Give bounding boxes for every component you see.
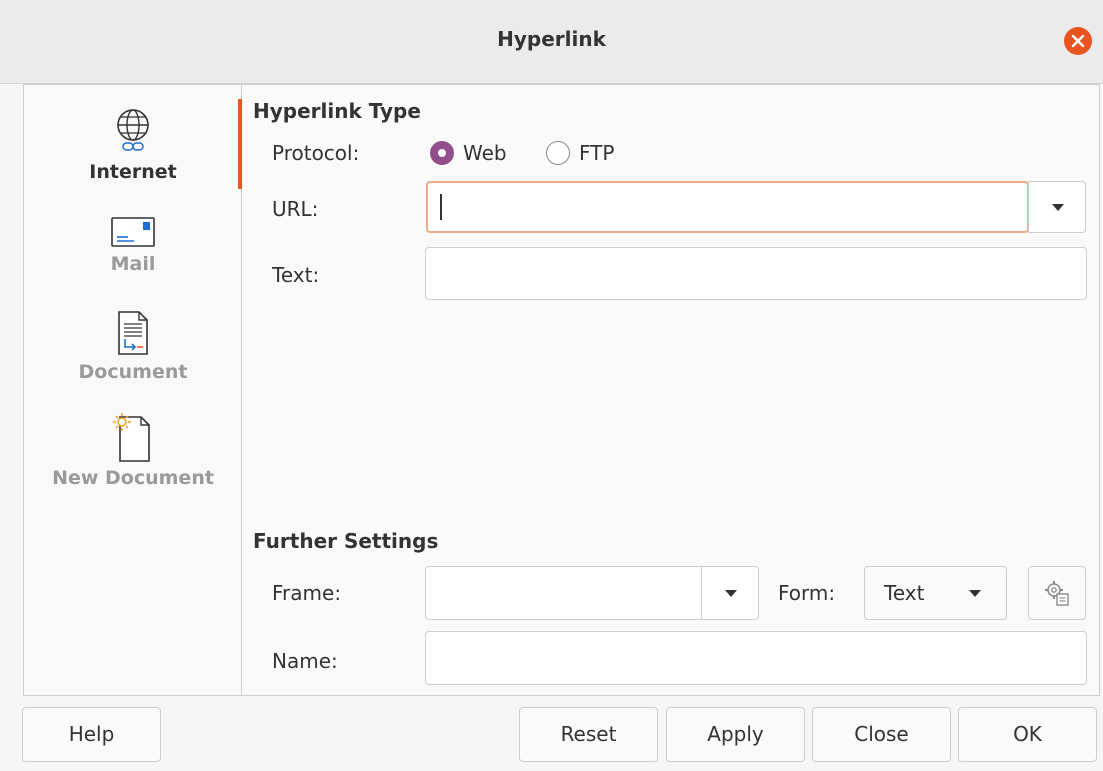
dialog-title: Hyperlink bbox=[497, 27, 606, 51]
protocol-ftp-radio[interactable] bbox=[546, 141, 570, 165]
url-dropdown-button[interactable] bbox=[1028, 181, 1086, 233]
form-select[interactable]: Text bbox=[864, 566, 1007, 620]
chevron-down-icon bbox=[725, 590, 737, 597]
sidebar-item-label: New Document bbox=[52, 467, 214, 489]
text-caret bbox=[440, 194, 442, 220]
sidebar-item-label: Internet bbox=[89, 161, 177, 183]
form-value: Text bbox=[884, 581, 925, 605]
protocol-web-radio[interactable] bbox=[430, 141, 454, 165]
chevron-down-icon bbox=[969, 590, 981, 597]
close-button[interactable]: Close bbox=[812, 707, 951, 762]
help-button-label: Help bbox=[68, 722, 115, 746]
document-icon bbox=[118, 311, 148, 355]
title-bar[interactable]: Hyperlink bbox=[0, 0, 1103, 84]
protocol-ftp-label[interactable]: FTP bbox=[579, 141, 614, 165]
hyperlink-dialog: Hyperlink Internet Mail Document New Doc… bbox=[0, 0, 1103, 771]
help-button[interactable]: Help bbox=[22, 707, 161, 762]
sidebar-item-label: Document bbox=[78, 361, 188, 383]
name-input[interactable] bbox=[425, 631, 1087, 685]
frame-label: Frame: bbox=[272, 581, 342, 605]
globe-link-icon bbox=[117, 109, 149, 151]
text-input[interactable] bbox=[425, 247, 1087, 300]
protocol-web-label[interactable]: Web bbox=[463, 141, 507, 165]
main-frame: Internet Mail Document New Document Hype… bbox=[23, 84, 1100, 696]
ok-button[interactable]: OK bbox=[958, 707, 1097, 762]
apply-button[interactable]: Apply bbox=[666, 707, 805, 762]
text-label: Text: bbox=[272, 263, 320, 287]
protocol-label: Protocol: bbox=[272, 141, 360, 165]
sidebar-item-new-document[interactable]: New Document bbox=[24, 413, 242, 489]
ok-button-label: OK bbox=[1013, 722, 1042, 746]
form-events-button[interactable] bbox=[1028, 566, 1086, 620]
new-document-icon bbox=[113, 413, 150, 462]
name-label: Name: bbox=[272, 649, 338, 673]
url-input[interactable] bbox=[426, 181, 1029, 233]
sidebar-item-mail[interactable]: Mail bbox=[24, 215, 242, 275]
envelope-icon bbox=[111, 217, 155, 247]
further-settings-heading: Further Settings bbox=[253, 529, 439, 553]
sidebar-item-document[interactable]: Document bbox=[24, 309, 242, 383]
frame-combo-input[interactable] bbox=[425, 566, 702, 620]
reset-button[interactable]: Reset bbox=[519, 707, 658, 762]
hyperlink-type-heading: Hyperlink Type bbox=[253, 99, 421, 123]
close-button-label: Close bbox=[854, 722, 909, 746]
reset-button-label: Reset bbox=[560, 722, 617, 746]
sidebar-item-internet[interactable]: Internet bbox=[24, 105, 242, 183]
hyperlink-category-sidebar: Internet Mail Document New Document bbox=[24, 85, 242, 695]
form-label: Form: bbox=[778, 581, 836, 605]
chevron-down-icon bbox=[1052, 204, 1064, 211]
internet-page: Hyperlink Type Protocol: Web FTP URL: Te… bbox=[242, 85, 1099, 695]
sidebar-item-label: Mail bbox=[110, 253, 156, 275]
frame-dropdown-button[interactable] bbox=[701, 566, 759, 620]
apply-button-label: Apply bbox=[707, 722, 764, 746]
close-icon bbox=[1071, 34, 1085, 48]
url-label: URL: bbox=[272, 197, 319, 221]
events-gear-icon bbox=[1045, 581, 1069, 606]
close-window-button[interactable] bbox=[1064, 27, 1092, 55]
